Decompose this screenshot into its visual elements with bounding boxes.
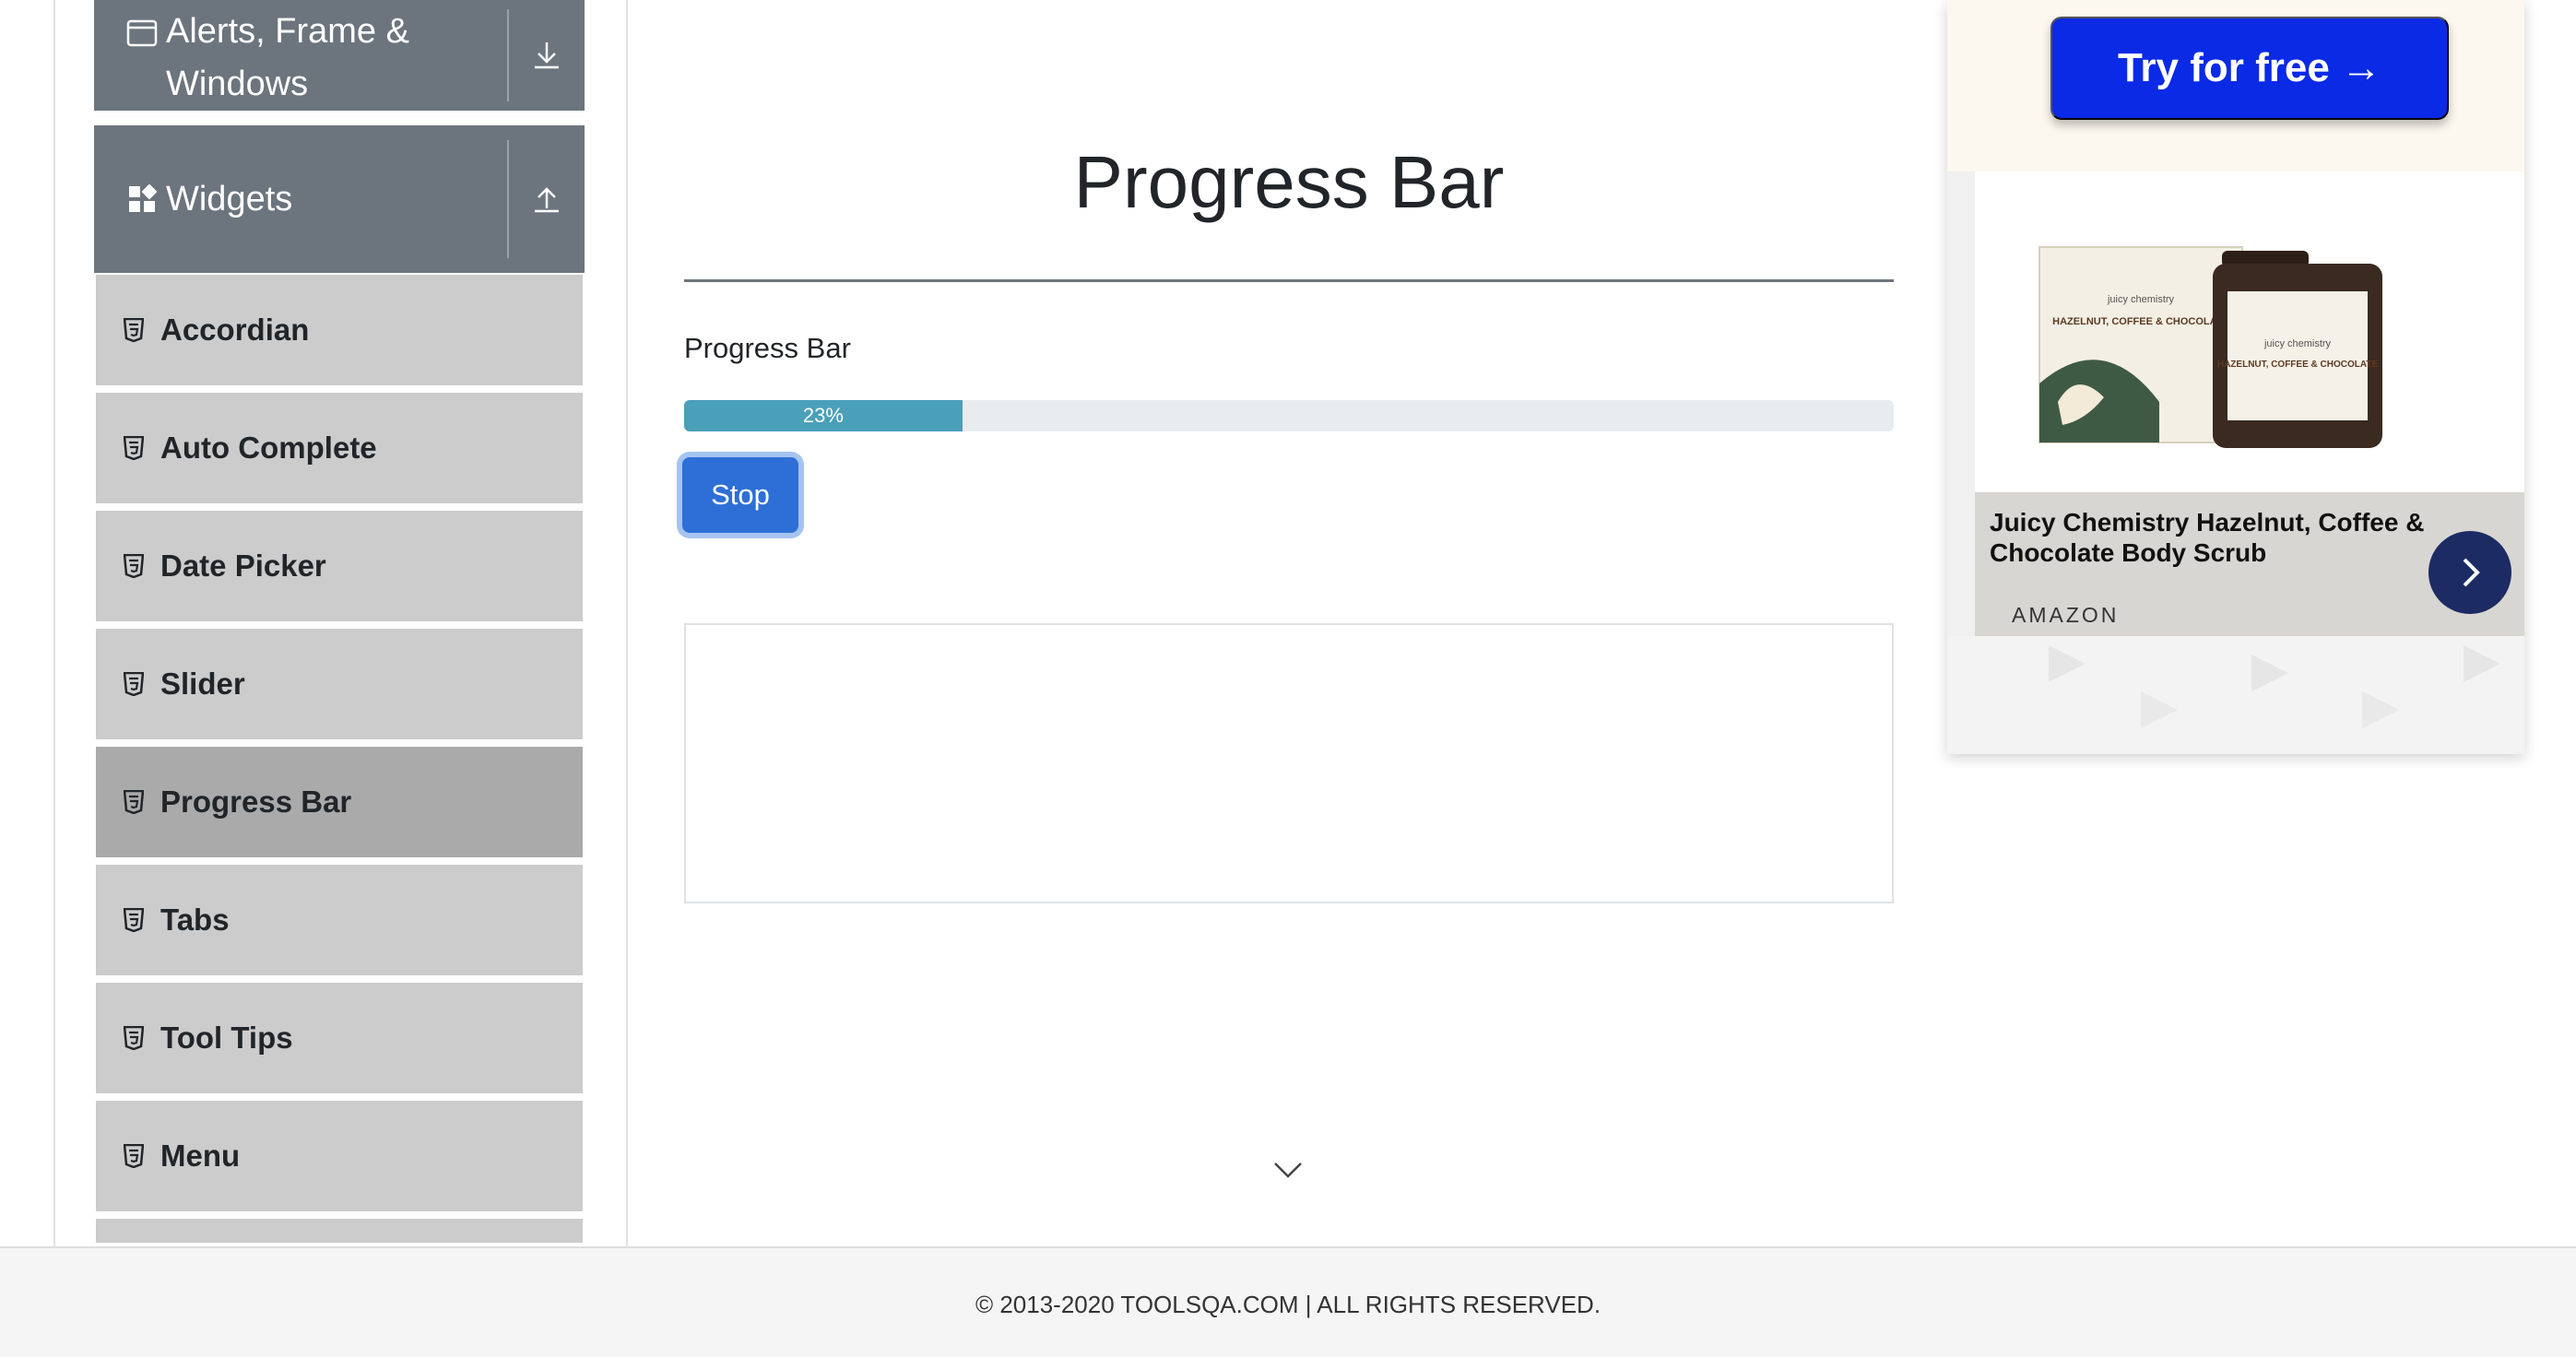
sidebar-item-label: Tool Tips bbox=[160, 1021, 293, 1055]
sidebar-item-label: Slider bbox=[160, 667, 245, 701]
html5-icon bbox=[122, 1024, 146, 1052]
chevron-right-icon bbox=[2463, 558, 2480, 587]
sidebar-group-label: Widgets bbox=[166, 179, 293, 218]
progress-bar: 23% bbox=[684, 400, 1894, 431]
page-title: Progress Bar bbox=[1073, 141, 1505, 223]
sidebar-item-tabs[interactable]: Tabs bbox=[96, 865, 583, 979]
sidebar-item-slider[interactable]: Slider bbox=[96, 629, 583, 743]
ad-background-pattern bbox=[1947, 636, 2524, 754]
product-title: Juicy Chemistry Hazelnut, Coffee & Choco… bbox=[1990, 508, 2425, 567]
left-frame-border bbox=[53, 0, 55, 1246]
html5-icon bbox=[122, 670, 146, 698]
sidebar-group-header[interactable]: Alerts, Frame & Windows bbox=[94, 0, 507, 111]
ad-product-image[interactable]: juicy chemistry HAZELNUT, COFFEE & CHOCO… bbox=[1975, 171, 2524, 492]
sidebar-item-tool-tips[interactable]: Tool Tips bbox=[96, 983, 583, 1097]
sidebar-item-label: Tabs bbox=[160, 903, 230, 937]
expand-group-button[interactable] bbox=[507, 9, 585, 101]
sidebar-group-label-line2: Windows bbox=[166, 65, 309, 103]
sidebar-item-accordian[interactable]: Accordian bbox=[96, 275, 583, 389]
product-brand-text: juicy chemistry bbox=[2107, 294, 2175, 305]
upload-arrow-icon bbox=[535, 187, 559, 213]
grid-icon bbox=[125, 183, 159, 216]
progress-value-label: 23% bbox=[802, 404, 844, 427]
sidebar-divider bbox=[626, 0, 628, 1246]
html5-icon bbox=[122, 1142, 146, 1170]
try-for-free-button[interactable]: Try for free → bbox=[2050, 17, 2449, 120]
html5-icon bbox=[122, 552, 146, 580]
html5-icon bbox=[122, 316, 146, 344]
jar-brand-text: juicy chemistry bbox=[2263, 338, 2332, 349]
sidebar-group-header[interactable]: Widgets bbox=[94, 173, 507, 226]
ad-caption[interactable]: Juicy Chemistry Hazelnut, Coffee & Choco… bbox=[1975, 492, 2524, 636]
sidebar-item-partial[interactable] bbox=[96, 1219, 583, 1246]
product-image: juicy chemistry HAZELNUT, COFFEE & CHOCO… bbox=[2038, 246, 2382, 448]
stop-button[interactable]: Stop bbox=[682, 457, 798, 533]
sidebar-item-label: Progress Bar bbox=[160, 785, 352, 819]
sidebar-item-progress-bar[interactable]: Progress Bar bbox=[96, 747, 583, 861]
sidebar-item-label: Accordian bbox=[160, 313, 310, 347]
footer: © 2013-2020 TOOLSQA.COM | ALL RIGHTS RES… bbox=[0, 1246, 2576, 1357]
sidebar-group-label-line1: Alerts, Frame & bbox=[166, 12, 409, 51]
sidebar-group-widgets[interactable]: Widgets bbox=[94, 125, 585, 273]
page: Alerts, Frame & Windows Widgets Accordia… bbox=[0, 0, 2576, 1357]
sidebar-group-alerts-frame-windows[interactable]: Alerts, Frame & Windows bbox=[94, 0, 585, 111]
next-arrow-button[interactable] bbox=[2428, 531, 2511, 614]
html5-icon bbox=[122, 788, 146, 816]
sidebar-item-label: Auto Complete bbox=[160, 431, 377, 465]
progress-bar-fill: 23% bbox=[684, 400, 963, 431]
window-icon bbox=[125, 17, 159, 50]
sidebar-item-label: Menu bbox=[160, 1139, 241, 1173]
progress-bar-label: Progress Bar bbox=[684, 332, 851, 364]
copyright-text: © 2013-2020 TOOLSQA.COM | ALL RIGHTS RES… bbox=[975, 1291, 1601, 1318]
chevron-down-icon[interactable] bbox=[1272, 1160, 1304, 1180]
product-name-text: HAZELNUT, COFFEE & CHOCOLATE bbox=[2052, 316, 2229, 327]
sidebar-item-auto-complete[interactable]: Auto Complete bbox=[96, 393, 583, 507]
html5-icon bbox=[122, 434, 146, 462]
jar-name-text: HAZELNUT, COFFEE & CHOCOLATE bbox=[2217, 360, 2379, 370]
html5-icon bbox=[122, 906, 146, 934]
advertisement[interactable]: Try for free → juicy chemistry HAZELNUT,… bbox=[1947, 0, 2524, 754]
download-arrow-icon bbox=[535, 42, 559, 69]
sidebar-item-menu[interactable]: Menu bbox=[96, 1101, 583, 1215]
sidebar-item-label: Date Picker bbox=[160, 549, 326, 583]
sidebar-item-date-picker[interactable]: Date Picker bbox=[96, 511, 583, 625]
collapse-group-button[interactable] bbox=[507, 140, 585, 258]
title-divider bbox=[684, 279, 1894, 282]
product-source: AMAZON bbox=[2012, 603, 2120, 627]
result-panel bbox=[684, 623, 1894, 903]
